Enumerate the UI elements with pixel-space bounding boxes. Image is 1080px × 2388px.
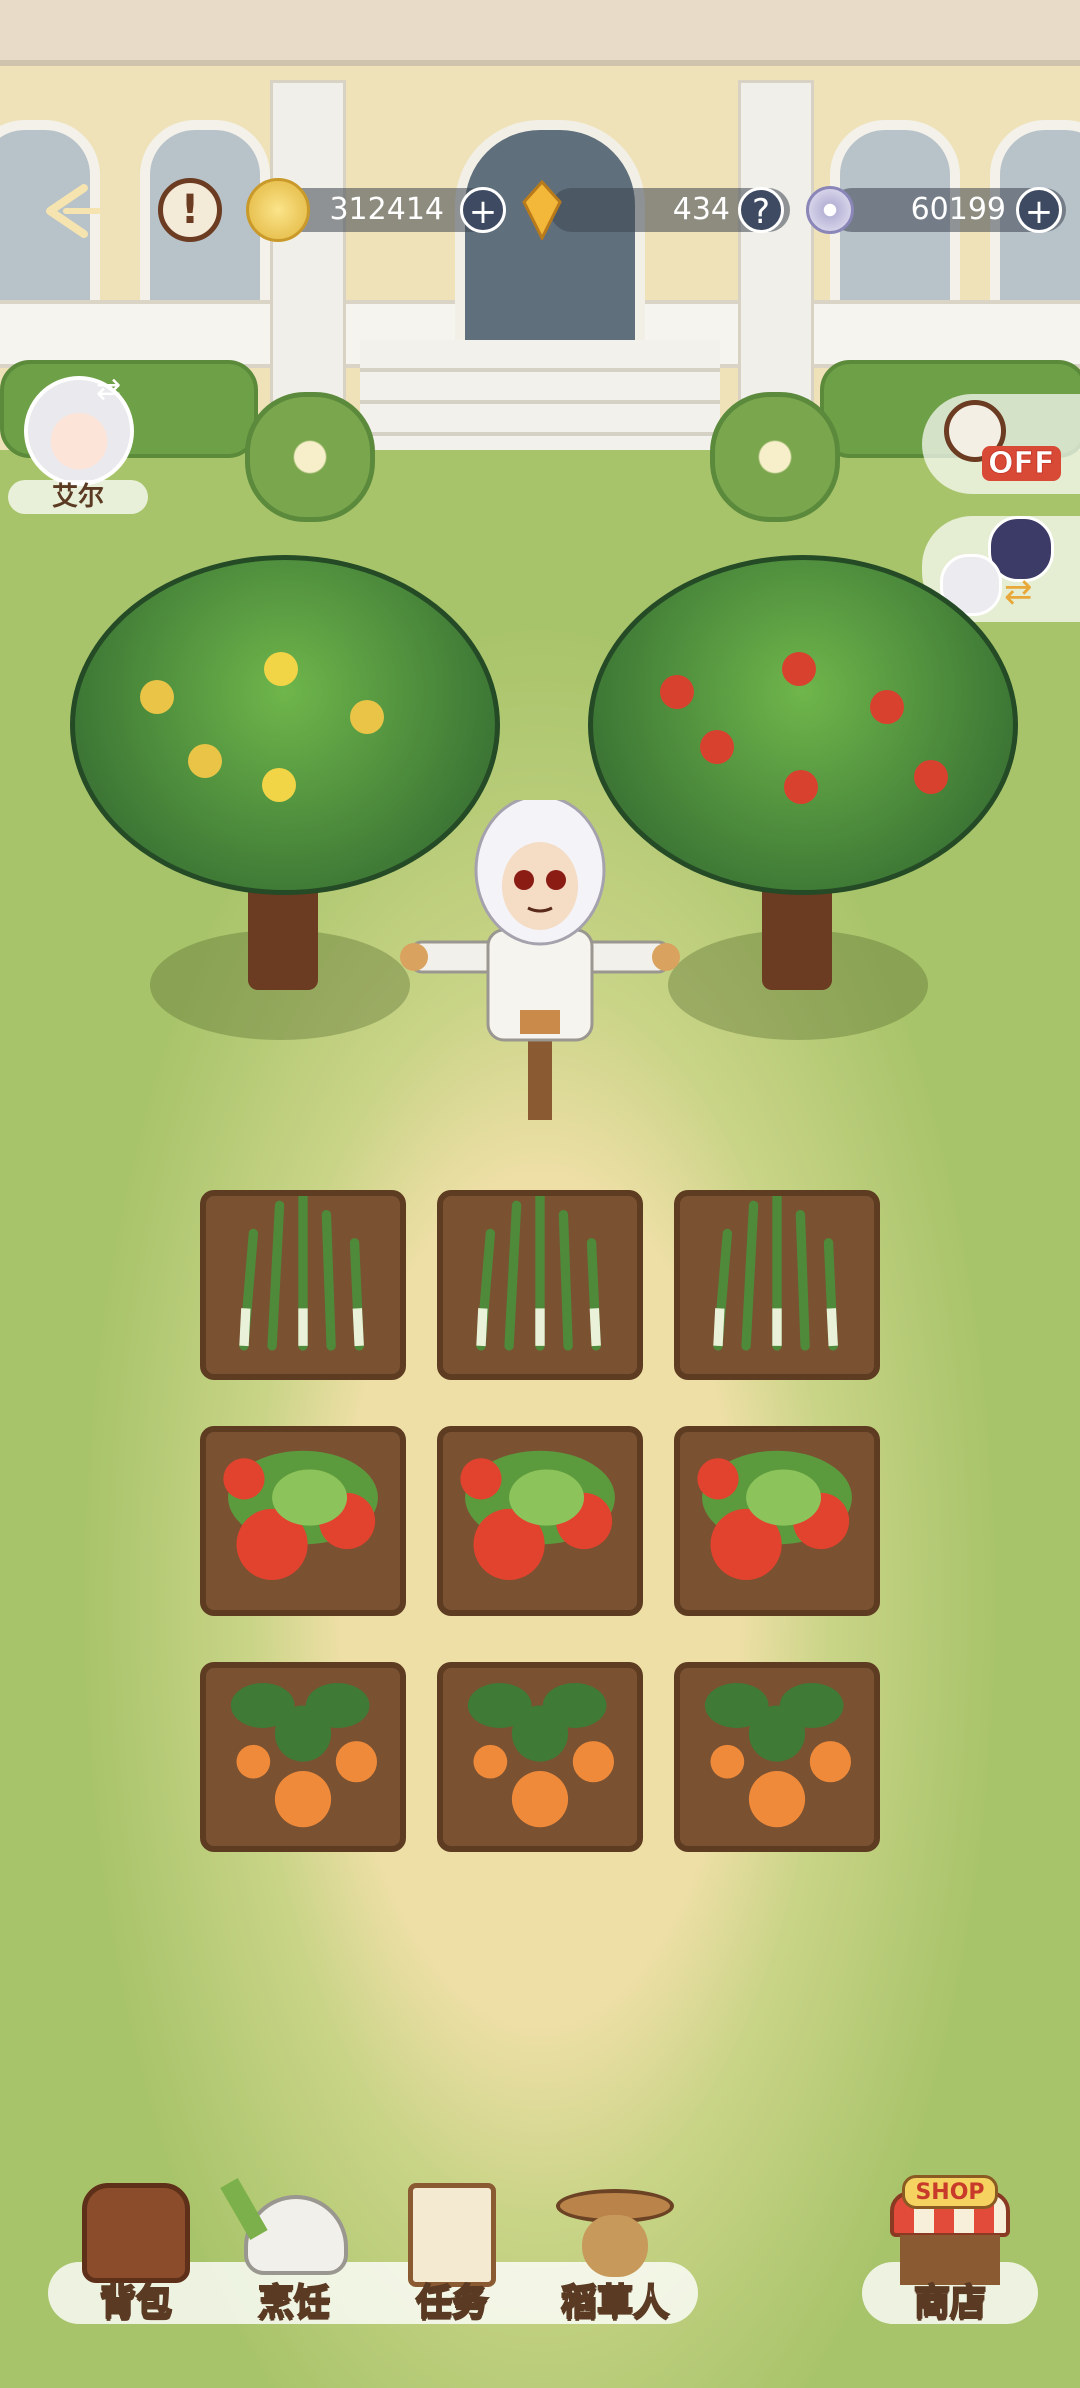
apple-fruit	[870, 690, 904, 724]
bag-label: 背包	[99, 2281, 173, 2324]
gold-coin-icon	[246, 178, 310, 242]
apple-fruit	[782, 652, 816, 686]
orb-amount: 60199	[910, 192, 1006, 227]
flower-bush	[245, 392, 375, 522]
timer-status: OFF	[982, 446, 1061, 482]
carrot-plot[interactable]	[200, 1662, 406, 1852]
character-name: 艾尔	[8, 480, 148, 514]
tomato-plot[interactable]	[200, 1426, 406, 1616]
flower-bush	[710, 392, 840, 522]
exclamation-icon: !	[180, 187, 200, 233]
asparagus-plot[interactable]	[437, 1190, 643, 1380]
tomato-crop	[697, 1450, 852, 1581]
auto-timer-toggle[interactable]: OFF	[922, 394, 1080, 494]
lemon-fruit	[262, 768, 296, 802]
lemon-fruit	[140, 680, 174, 714]
back-arrow-icon	[46, 184, 101, 238]
task-label: 任务	[415, 2281, 489, 2324]
task-button[interactable]: 任务	[382, 2175, 522, 2325]
tomato-crop	[460, 1450, 615, 1581]
crystal-help-button[interactable]: ?	[738, 187, 784, 233]
carrot-crop	[230, 1682, 378, 1828]
asparagus-plot[interactable]	[674, 1190, 880, 1380]
asparagus-crop	[239, 1196, 364, 1351]
apple-fruit	[914, 760, 948, 794]
cook-button[interactable]: 烹饪	[220, 2175, 364, 2325]
apple-fruit	[784, 770, 818, 804]
tomato-crop	[223, 1450, 378, 1581]
shop-button[interactable]: SHOP 商店	[880, 2175, 1020, 2325]
scarecrow[interactable]	[400, 794, 680, 1120]
scarecrow-label: 稻草人	[560, 2281, 670, 2324]
asparagus-crop	[476, 1196, 601, 1351]
carrot-crop	[467, 1682, 615, 1828]
gold-amount: 312414	[329, 192, 444, 227]
mansion-roof	[0, 0, 1080, 66]
pillar	[270, 80, 346, 406]
scarecrow-menu-button[interactable]: 稻草人	[540, 2175, 690, 2325]
scarecrow-face-icon	[582, 2215, 648, 2277]
rice-bowl-icon	[244, 2195, 348, 2275]
crystal-amount: 434	[672, 192, 730, 227]
backpack-icon	[82, 2183, 190, 2283]
cook-label: 烹饪	[257, 2281, 331, 2324]
shop-label: 商店	[913, 2281, 987, 2324]
asparagus-plot[interactable]	[200, 1190, 406, 1380]
bag-button[interactable]: 背包	[66, 2175, 206, 2325]
notice-button[interactable]: !	[158, 178, 222, 242]
character-switch-button[interactable]: ⇄ 艾尔	[8, 372, 148, 514]
orb-icon	[806, 186, 854, 234]
carrot-crop	[704, 1682, 852, 1828]
scarecrow-figure	[400, 794, 680, 1120]
swap-icon: ⇄	[96, 372, 122, 407]
tomato-plot[interactable]	[437, 1426, 643, 1616]
tomato-plot[interactable]	[674, 1426, 880, 1616]
add-gold-button[interactable]: +	[460, 187, 506, 233]
carrot-plot[interactable]	[674, 1662, 880, 1852]
lemon-fruit	[350, 700, 384, 734]
apple-fruit	[660, 675, 694, 709]
lemon-fruit	[264, 652, 298, 686]
pillar	[738, 80, 814, 406]
carrot-plot[interactable]	[437, 1662, 643, 1852]
shop-sign: SHOP	[902, 2175, 998, 2209]
crystal-icon	[522, 179, 562, 242]
clipboard-icon	[408, 2183, 496, 2287]
back-button[interactable]	[36, 176, 106, 246]
lemon-fruit	[188, 744, 222, 778]
asparagus-crop	[713, 1196, 838, 1351]
add-orb-button[interactable]: +	[1016, 187, 1062, 233]
apple-fruit	[700, 730, 734, 764]
swap-arrows-icon: ⇄	[1004, 572, 1033, 612]
